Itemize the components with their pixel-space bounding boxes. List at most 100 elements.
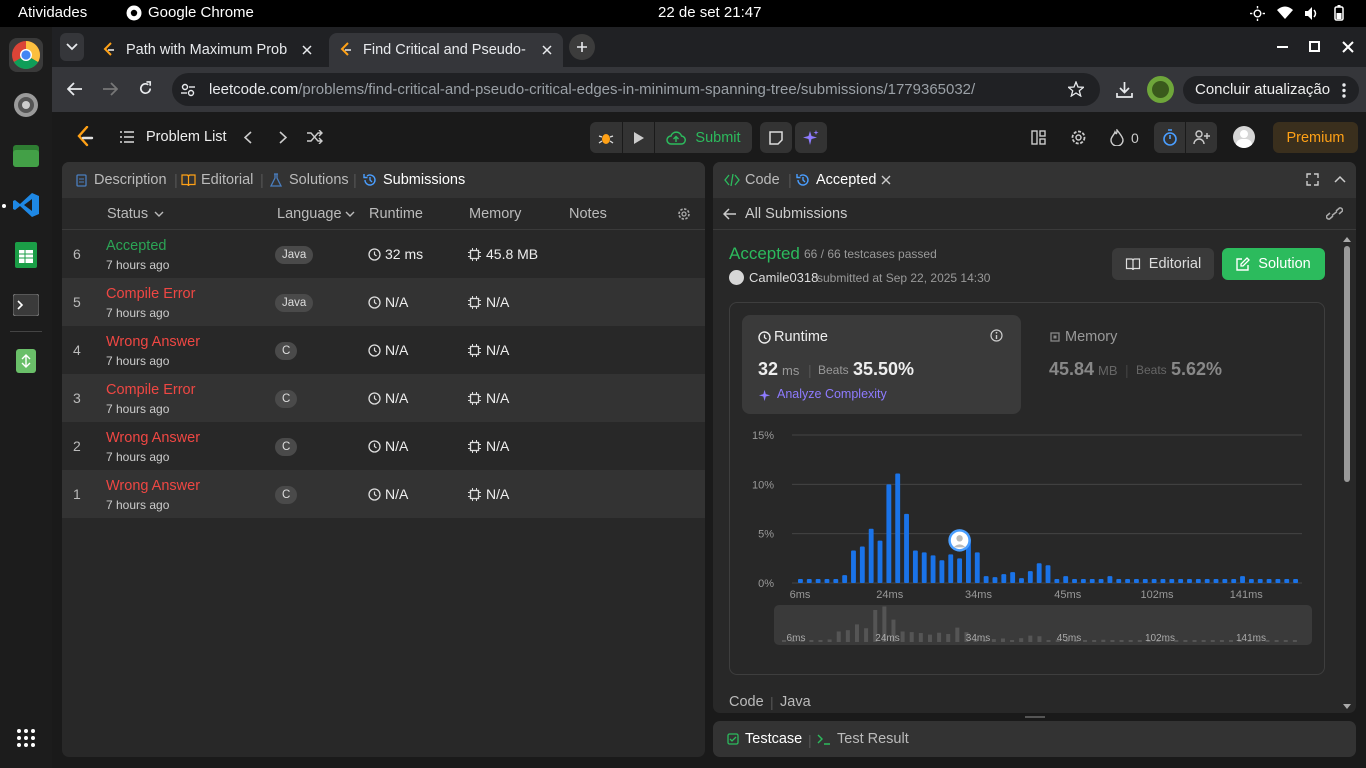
wifi-icon[interactable] <box>1277 6 1293 20</box>
info-icon[interactable] <box>990 329 1003 342</box>
problem-list-link[interactable]: Problem List <box>146 129 227 145</box>
submission-row[interactable]: 5 Compile Error 7 hours ago Java N/A N/A <box>62 278 705 326</box>
prev-problem-icon[interactable] <box>244 131 252 144</box>
debug-button[interactable] <box>590 122 622 153</box>
tab-accepted[interactable]: Accepted <box>816 172 876 188</box>
chrome-app-icon[interactable] <box>9 38 43 72</box>
tab-description[interactable]: Description <box>94 172 167 188</box>
settings-gear-icon[interactable] <box>1070 129 1087 146</box>
runtime-value: N/A <box>385 294 409 310</box>
status-column-header[interactable]: Status <box>107 206 148 222</box>
terminal-icon <box>817 734 830 745</box>
timer-button[interactable] <box>1154 122 1185 153</box>
tab-solutions[interactable]: Solutions <box>289 172 349 188</box>
submission-status[interactable]: Accepted <box>106 238 166 254</box>
solution-button[interactable]: Solution <box>1222 248 1325 280</box>
runtime-stat-card[interactable]: Runtime 32 ms | Beats 35.50% Analyze Com… <box>742 315 1021 414</box>
shuffle-icon[interactable] <box>307 130 323 144</box>
chart-bar <box>1125 579 1131 583</box>
close-icon[interactable] <box>881 175 891 185</box>
chevron-down-icon[interactable] <box>345 211 355 217</box>
minimize-button[interactable] <box>1277 46 1289 50</box>
url-text[interactable]: leetcode.com/problems/find-critical-and-… <box>209 81 975 98</box>
update-button[interactable]: Concluir atualização <box>1183 76 1359 104</box>
panel-resize-handle[interactable] <box>1025 716 1045 718</box>
settings-app-icon[interactable] <box>9 88 43 122</box>
submission-status[interactable]: Wrong Answer <box>106 334 200 350</box>
x-tick-label: 6ms <box>790 589 811 601</box>
brightness-icon[interactable] <box>1250 6 1265 21</box>
memory-stat-card[interactable]: Memory 45.84 MB | Beats 5.62% <box>1033 315 1312 414</box>
app-grid-icon[interactable] <box>9 721 43 755</box>
settings-gear-icon[interactable] <box>677 207 691 221</box>
activities-button[interactable]: Atividades <box>18 4 87 21</box>
submission-row[interactable]: 4 Wrong Answer 7 hours ago C N/A N/A <box>62 326 705 374</box>
premium-button[interactable]: Premium <box>1273 122 1358 153</box>
submission-row[interactable]: 2 Wrong Answer 7 hours ago C N/A N/A <box>62 422 705 470</box>
files-app-icon[interactable] <box>9 138 43 172</box>
tab-search-button[interactable] <box>60 33 84 61</box>
add-friend-button[interactable] <box>1186 122 1217 153</box>
spreadsheet-app-icon[interactable] <box>9 238 43 272</box>
download-icon[interactable] <box>1116 81 1133 98</box>
tab-path-max-prob[interactable]: Path with Maximum Prob <box>92 33 322 67</box>
all-submissions-link[interactable]: All Submissions <box>745 206 847 222</box>
layout-icon[interactable] <box>1031 130 1046 145</box>
chevron-up-icon[interactable] <box>1334 175 1346 183</box>
battery-icon[interactable] <box>1334 5 1344 21</box>
submission-status[interactable]: Compile Error <box>106 286 195 302</box>
arrow-left-icon[interactable] <box>723 208 737 220</box>
reload-icon[interactable] <box>138 81 153 96</box>
chart-bar <box>1098 579 1104 583</box>
tab-testcase[interactable]: Testcase <box>745 731 802 747</box>
back-icon[interactable] <box>67 82 83 96</box>
leetcode-logo-icon[interactable] <box>76 126 94 148</box>
link-icon[interactable] <box>1326 207 1343 220</box>
analyze-complexity-link[interactable]: Analyze Complexity <box>777 387 887 401</box>
submission-row[interactable]: 3 Compile Error 7 hours ago C N/A N/A <box>62 374 705 422</box>
scrollbar[interactable] <box>1342 236 1352 710</box>
vscode-app-icon[interactable] <box>9 188 43 222</box>
trash-icon[interactable] <box>9 343 43 377</box>
scrollbar-thumb[interactable] <box>1344 246 1350 482</box>
terminal-app-icon[interactable] <box>9 288 43 322</box>
close-window-button[interactable] <box>1342 41 1354 53</box>
new-tab-button[interactable] <box>569 34 595 60</box>
chart-bar <box>1054 579 1060 583</box>
username[interactable]: Camile0318 <box>749 270 818 285</box>
language-column-header[interactable]: Language <box>277 206 342 222</box>
next-problem-icon[interactable] <box>279 131 287 144</box>
tab-submissions[interactable]: Submissions <box>383 172 465 188</box>
ai-assistant-button[interactable] <box>795 122 827 153</box>
address-bar[interactable]: leetcode.com/problems/find-critical-and-… <box>172 73 1100 106</box>
site-info-icon[interactable] <box>180 82 196 98</box>
chevron-down-icon[interactable] <box>154 211 164 217</box>
maximize-button[interactable] <box>1309 41 1321 53</box>
app-menu[interactable]: Google Chrome <box>148 4 254 21</box>
user-avatar[interactable] <box>1233 126 1255 148</box>
tab-editorial[interactable]: Editorial <box>201 172 253 188</box>
tab-test-result[interactable]: Test Result <box>837 731 909 747</box>
tab-code[interactable]: Code <box>745 172 780 188</box>
fullscreen-icon[interactable] <box>1306 173 1319 186</box>
list-icon[interactable] <box>120 131 134 143</box>
bookmark-star-icon[interactable] <box>1068 81 1084 97</box>
streak-fire-icon[interactable] <box>1110 129 1124 146</box>
close-tab-icon[interactable] <box>302 45 312 55</box>
submission-row[interactable]: 1 Wrong Answer 7 hours ago C N/A N/A <box>62 470 705 518</box>
editorial-button[interactable]: Editorial <box>1112 248 1214 280</box>
tab-find-critical[interactable]: Find Critical and Pseudo- <box>329 33 563 67</box>
run-button[interactable] <box>623 122 654 153</box>
runtime-distribution-chart[interactable]: 15% 10% 5% 0% 6ms 24ms 34ms 45ms 102ms 141ms 6ms 24… <box>730 423 1326 673</box>
notes-button[interactable] <box>760 122 792 153</box>
forward-icon[interactable] <box>102 82 118 96</box>
submit-button[interactable]: Submit <box>655 122 752 153</box>
clock[interactable]: 22 de set 21:47 <box>658 4 761 21</box>
profile-avatar[interactable] <box>1147 76 1174 103</box>
submission-status[interactable]: Compile Error <box>106 382 195 398</box>
volume-icon[interactable] <box>1304 6 1320 21</box>
close-tab-icon[interactable] <box>542 45 552 55</box>
submission-status[interactable]: Wrong Answer <box>106 478 200 494</box>
submission-row[interactable]: 6 Accepted 7 hours ago Java 32 ms 45.8 MB <box>62 230 705 278</box>
submission-status[interactable]: Wrong Answer <box>106 430 200 446</box>
